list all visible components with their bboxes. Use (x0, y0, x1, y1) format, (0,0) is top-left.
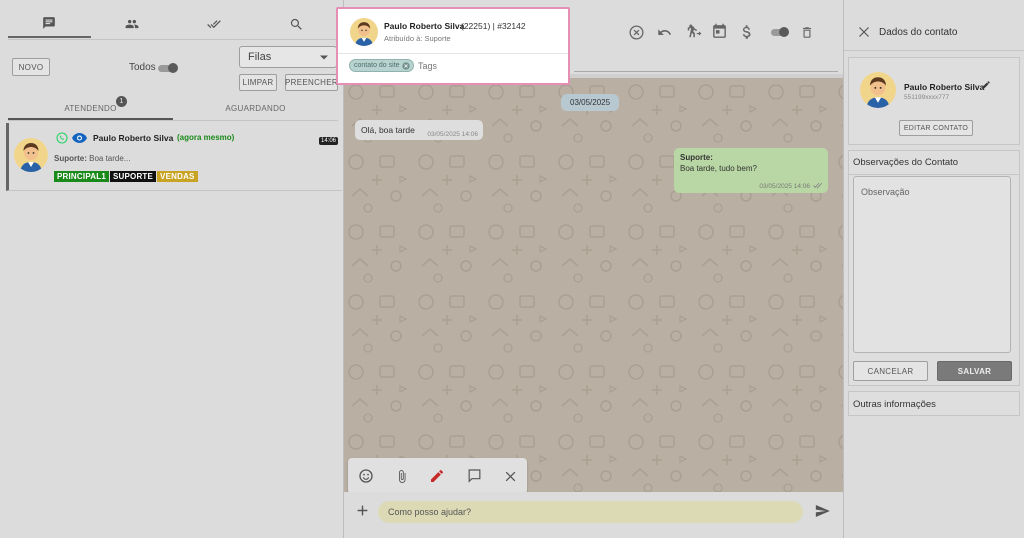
quick-reply-icon[interactable] (466, 468, 483, 484)
divider (844, 50, 1024, 51)
tag-chip[interactable]: contato do site (349, 59, 414, 72)
people-icon (125, 19, 139, 29)
tab-waiting[interactable]: AGUARDANDO (173, 97, 338, 120)
contact-phone: 551199xxxx777 (904, 94, 950, 101)
outgoing-message-text: Boa tarde, tudo bem? (680, 164, 757, 173)
remove-tag-icon[interactable] (401, 61, 410, 70)
other-info-section[interactable]: Outras informações (848, 391, 1020, 416)
queues-select-label: Filas (248, 51, 272, 63)
close-icon[interactable] (858, 26, 870, 38)
tab-search[interactable] (256, 10, 339, 38)
header-ticket-ref: (22251) | #32142 (461, 21, 526, 31)
outgoing-message-time: 03/05/2025 14:06 (759, 183, 810, 190)
tab-chats[interactable] (8, 10, 91, 38)
todos-toggle[interactable] (158, 63, 178, 73)
contact-name: Paulo Roberto Silva (904, 82, 985, 92)
outgoing-message-sender: Suporte: (680, 153, 713, 162)
signature-pen-icon[interactable] (429, 468, 445, 484)
send-icon[interactable] (814, 503, 831, 519)
incoming-message-text: Olá, boa tarde (361, 125, 415, 135)
plus-icon[interactable] (356, 504, 369, 517)
fill-button[interactable]: PREENCHER (285, 74, 338, 91)
ticket-last-text: Boa tarde... (89, 154, 131, 163)
header-assigned: Atribuído à: Suporte (384, 34, 451, 43)
attending-count-badge: 1 (116, 96, 127, 107)
contact-header-highlight: Paulo Roberto Silva (22251) | #32142 Atr… (336, 7, 570, 85)
clear-button[interactable]: LIMPAR (239, 74, 277, 91)
observations-title: Observações do Contato (853, 157, 959, 168)
date-chip: 03/05/2025 (561, 94, 620, 111)
header-toggle[interactable] (771, 27, 789, 37)
outgoing-message: Suporte: Boa tarde, tudo bem? 03/05/2025… (674, 148, 828, 193)
tab-attending-label: ATENDENDO (64, 104, 117, 113)
close-icon[interactable] (504, 470, 517, 483)
whatsapp-icon (56, 132, 68, 144)
divider (8, 39, 338, 40)
incoming-message: Olá, boa tarde 03/05/2025 14:06 (355, 120, 483, 140)
divider (849, 174, 1019, 175)
other-info-title: Outras informações (853, 399, 936, 410)
divider (338, 53, 568, 54)
tags-underline (574, 71, 838, 72)
contact-details-panel: Dados do contato Paulo Roberto Silva 551… (843, 0, 1024, 538)
observation-textarea[interactable]: Observação (853, 176, 1011, 353)
wallpaper-pattern (344, 78, 843, 492)
avatar (14, 138, 48, 172)
tab-contacts[interactable] (91, 10, 174, 38)
tab-waiting-label: AGUARDANDO (225, 104, 286, 113)
search-icon (291, 18, 303, 30)
observations-card: Observações do Contato Observação CANCEL… (848, 150, 1020, 386)
cancel-circle-icon[interactable] (628, 24, 645, 41)
tab-resolved[interactable] (173, 10, 256, 38)
messages-area: 03/05/2025 Olá, boa tarde 03/05/2025 14:… (344, 78, 843, 492)
calendar-icon[interactable] (711, 23, 728, 40)
dollar-icon[interactable] (739, 23, 753, 41)
tag-chip-label: contato do site (354, 62, 400, 69)
tab-attending[interactable]: ATENDENDO 1 (8, 96, 173, 120)
ticket-last-message: Suporte: Boa tarde... (54, 154, 130, 163)
message-actions-toolbar (348, 458, 527, 494)
header-avatar (350, 18, 378, 46)
cancel-button[interactable]: CANCELAR (853, 361, 928, 381)
queues-select[interactable]: Filas (239, 46, 337, 68)
attach-icon[interactable] (395, 468, 409, 485)
dropdown-arrow-icon (320, 55, 328, 59)
tag-vendas: VENDAS (157, 171, 198, 182)
ticket-status-tabs: ATENDENDO 1 AGUARDANDO (8, 96, 338, 121)
edit-pencil-icon[interactable] (981, 80, 991, 90)
tag-suporte: SUPORTE (109, 171, 157, 182)
ticket-contact-name: Paulo Roberto Silva (93, 133, 174, 143)
incoming-message-time: 03/05/2025 14:06 (427, 131, 478, 138)
save-button[interactable]: SALVAR (937, 361, 1012, 381)
ticket-item[interactable]: Paulo Roberto Silva (agora mesmo) 14:06 … (6, 123, 342, 191)
observation-placeholder: Observação (861, 187, 910, 197)
tags-input[interactable] (418, 59, 558, 73)
ticket-time-ago: (agora mesmo) (177, 133, 235, 142)
ticket-time-badge: 14:06 (319, 137, 339, 145)
contact-avatar (860, 72, 896, 108)
double-check-icon (813, 182, 823, 189)
transfer-walk-icon[interactable] (684, 23, 702, 41)
tag-principal: PRINCIPAL1 (54, 171, 109, 182)
chat-icon (43, 17, 56, 29)
todos-label: Todos (129, 62, 156, 73)
undo-icon[interactable] (656, 25, 673, 40)
view-eye-icon[interactable] (72, 132, 87, 144)
contact-card: Paulo Roberto Silva 551199xxxx777 EDITAR… (848, 57, 1020, 145)
message-input[interactable]: Como posso ajudar? (378, 501, 803, 523)
header-contact-name[interactable]: Paulo Roberto Silva (384, 21, 464, 31)
chat-footer: Como posso ajudar? (344, 492, 843, 538)
new-ticket-button[interactable]: NOVO (12, 58, 50, 76)
delete-icon[interactable] (800, 24, 814, 41)
ticket-last-sender: Suporte: (54, 154, 87, 163)
done-all-icon (207, 20, 222, 29)
tickets-panel: NOVO Todos Filas LIMPAR PREENCHER ATENDE… (0, 0, 344, 538)
panel-title: Dados do contato (879, 27, 958, 38)
ticket-tags: PRINCIPAL1 SUPORTE VENDAS (54, 170, 199, 182)
emoji-icon[interactable] (358, 468, 374, 484)
left-top-tabs (8, 10, 338, 40)
edit-contact-button[interactable]: EDITAR CONTATO (899, 120, 973, 136)
